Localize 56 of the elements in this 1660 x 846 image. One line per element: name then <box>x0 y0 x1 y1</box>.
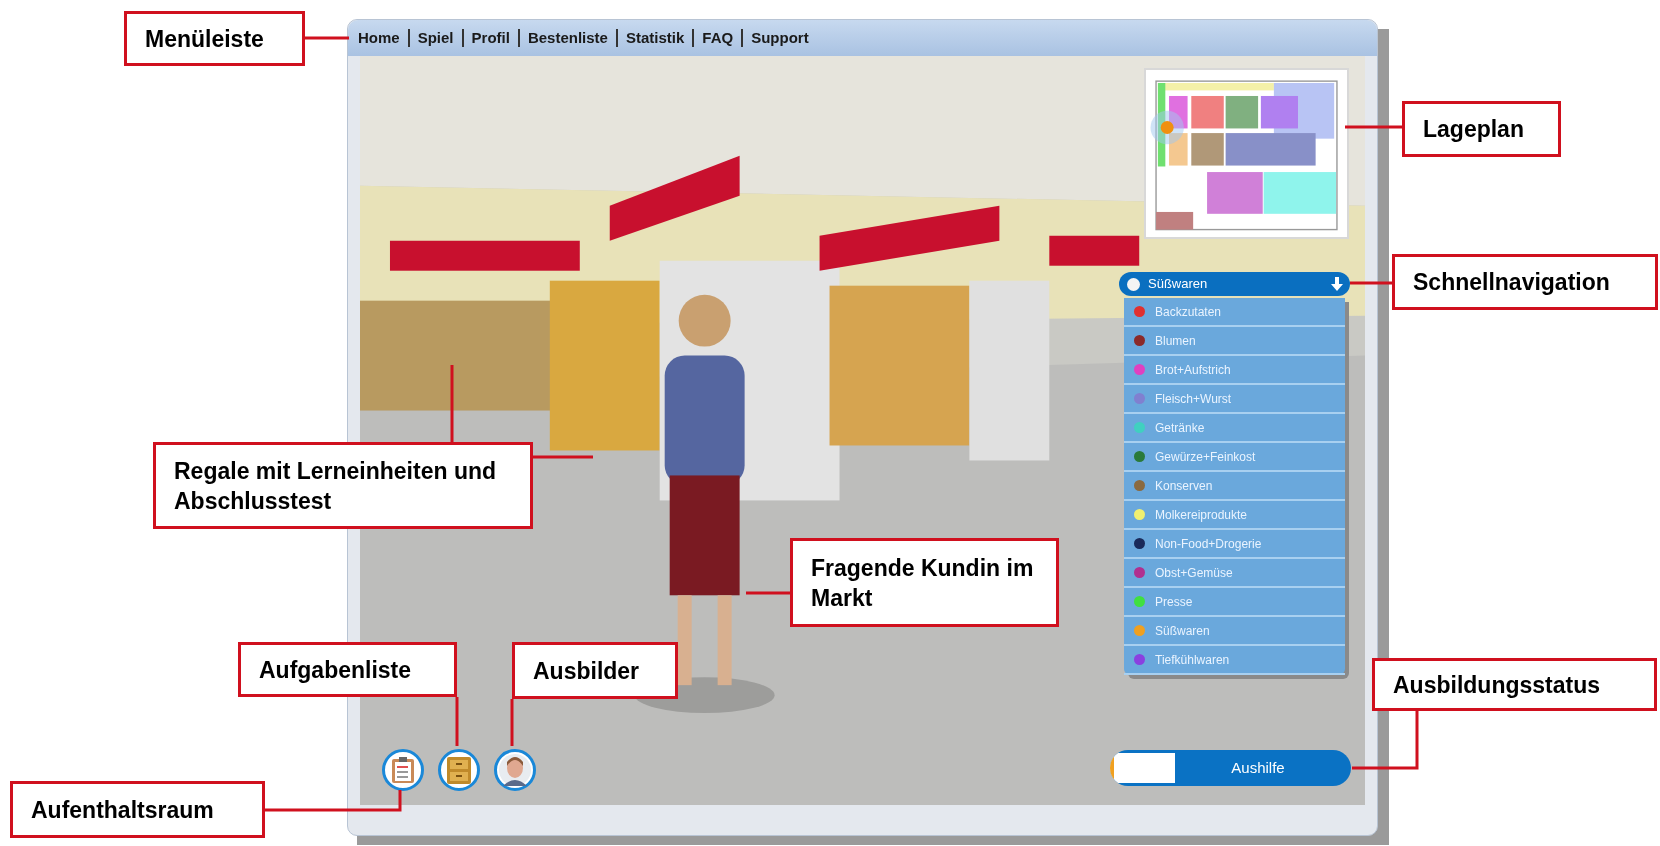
filing-cabinet-icon <box>445 755 473 785</box>
category-label: Süßwaren <box>1155 622 1210 640</box>
leader-line <box>510 699 514 746</box>
leader-line <box>1352 711 1419 770</box>
callout-label: Aufenthaltsraum <box>10 781 265 838</box>
leader-line <box>455 697 459 746</box>
category-label: Tiefkühlwaren <box>1155 651 1230 669</box>
category-item[interactable]: Non-Food+Drogerie <box>1124 530 1345 559</box>
menu-link[interactable]: Support <box>751 26 809 50</box>
person-avatar-icon <box>499 754 531 786</box>
category-label: Konserven <box>1155 477 1213 495</box>
category-item[interactable]: Süßwaren <box>1124 617 1345 646</box>
category-item[interactable]: Brot+Aufstrich <box>1124 356 1345 385</box>
category-item[interactable]: Getränke <box>1124 414 1345 443</box>
menu-link[interactable]: Profil <box>471 26 510 50</box>
category-label: Backzutaten <box>1155 303 1222 321</box>
category-label: Obst+Gemüse <box>1155 564 1233 582</box>
category-item[interactable]: Tiefkühlwaren <box>1124 646 1345 675</box>
category-label: Blumen <box>1155 332 1196 350</box>
category-label: Brot+Aufstrich <box>1155 361 1231 379</box>
floor-plan-drawing[interactable] <box>1144 68 1349 239</box>
category-item[interactable]: Blumen <box>1124 327 1345 356</box>
category-label: Presse <box>1155 593 1193 611</box>
category-item[interactable]: Backzutaten <box>1124 298 1345 327</box>
category-label: Fleisch+Wurst <box>1155 390 1232 408</box>
callout-label: Aufgabenliste <box>238 642 457 697</box>
category-item[interactable]: Gewürze+Feinkost <box>1124 443 1345 472</box>
menu-link[interactable]: FAQ <box>702 26 734 50</box>
category-label: Non-Food+Drogerie <box>1155 535 1262 553</box>
category-item[interactable]: Konserven <box>1124 472 1345 501</box>
clipboard-icon <box>391 756 415 784</box>
leader-line <box>1350 281 1392 285</box>
callout-label: Lageplan <box>1402 101 1561 157</box>
menu-link[interactable]: Bestenliste <box>527 26 608 50</box>
quick-navigation-dropdown[interactable]: Süßwaren <box>1119 272 1350 296</box>
status-label: Aushilfe <box>1230 757 1286 778</box>
leader-line <box>1345 125 1402 129</box>
category-label: Getränke <box>1155 419 1205 437</box>
category-item[interactable]: Obst+Gemüse <box>1124 559 1345 588</box>
callout-label: Fragende Kundin im Markt <box>790 538 1059 627</box>
leader-line <box>746 591 790 595</box>
category-label: Gewürze+Feinkost <box>1155 448 1256 466</box>
category-item[interactable]: Molkereiprodukte <box>1124 501 1345 530</box>
callout-label: Schnellnavigation <box>1392 254 1658 310</box>
callout-label: Ausbilder <box>512 642 678 699</box>
down-arrow-icon <box>1330 276 1344 292</box>
callout-label: Regale mit Lerneinheiten und Abschlusstest <box>153 442 533 529</box>
leader-line <box>305 36 349 40</box>
category-label: Molkereiprodukte <box>1155 506 1248 524</box>
category-item[interactable]: Fleisch+Wurst <box>1124 385 1345 414</box>
callout-label: Ausbildungsstatus <box>1372 658 1657 711</box>
menu-link[interactable]: Spiel <box>417 26 454 50</box>
menu-link[interactable]: Statistik <box>625 26 685 50</box>
category-item[interactable]: Presse <box>1124 588 1345 617</box>
callout-label: Menüleiste <box>124 11 305 66</box>
menu-link[interactable]: Home <box>358 26 400 50</box>
